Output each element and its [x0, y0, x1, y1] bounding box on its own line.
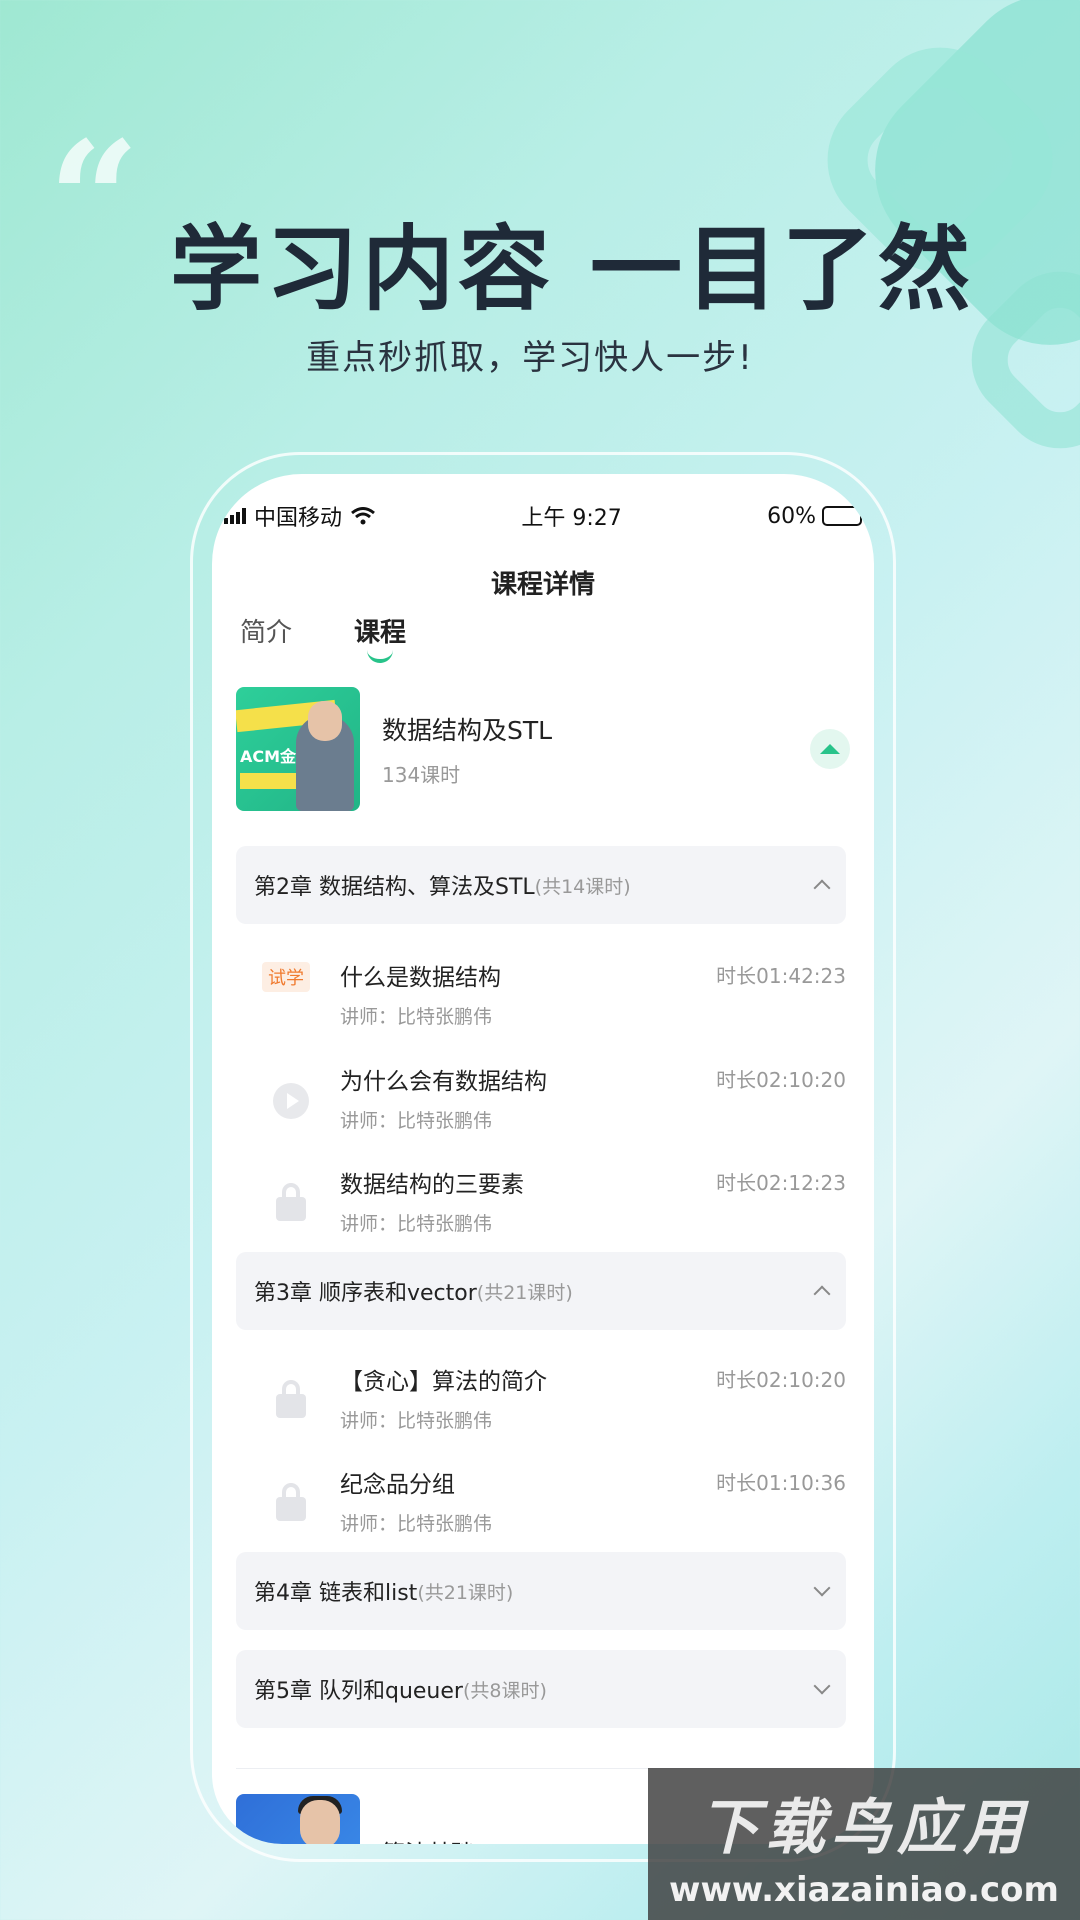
lesson-item[interactable]: 试学 什么是数据结构 讲师：比特张鹏伟 时长01:42:23	[236, 950, 846, 1040]
carrier-label: 中国移动	[254, 506, 343, 531]
page-title: 课程详情	[490, 570, 595, 600]
quote-mark-icon: “	[48, 106, 141, 294]
chapter-count: (共21课时)	[417, 1581, 514, 1604]
course-header[interactable]: ACM金牌 数据结构及STL 134课时	[236, 686, 850, 812]
course-thumbnail	[236, 1794, 360, 1844]
lesson-teacher: 讲师：比特张鹏伟	[340, 1410, 493, 1432]
lesson-duration: 时长01:42:23	[716, 964, 846, 988]
battery-icon	[821, 506, 862, 526]
phone-screen: 中国移动 上午 9:27 60% 课程详情 简介 课程 ACM金牌 数据结构及S…	[212, 474, 874, 1844]
chevron-up-icon	[813, 879, 831, 897]
chapter-title: 第4章 链表和list	[254, 1581, 418, 1606]
battery-percent: 60%	[767, 503, 816, 529]
status-bar: 中国移动 上午 9:27 60%	[224, 498, 862, 534]
chapter-count: (共8课时)	[462, 1679, 547, 1702]
lesson-item[interactable]: 数据结构的三要素 讲师：比特张鹏伟 时长02:12:23	[236, 1157, 846, 1247]
lesson-item[interactable]: 【贪心】算法的简介 讲师：比特张鹏伟 时长02:10:20	[236, 1354, 846, 1444]
chapter-header[interactable]: 第4章 链表和list (共21课时)	[236, 1552, 846, 1630]
lesson-duration: 时长02:10:20	[716, 1068, 846, 1092]
lock-icon	[276, 1380, 306, 1420]
status-time: 上午 9:27	[521, 506, 622, 531]
lock-icon	[276, 1183, 306, 1223]
watermark-text: 下载鸟应用	[699, 1792, 1029, 1863]
chapter-header[interactable]: 第2章 数据结构、算法及STL (共14课时)	[236, 846, 846, 924]
chapter-header[interactable]: 第3章 顺序表和vector (共21课时)	[236, 1252, 846, 1330]
lesson-item[interactable]: 为什么会有数据结构 讲师：比特张鹏伟 时长02:10:20	[236, 1054, 846, 1144]
signal-icon	[224, 508, 246, 524]
tab-intro[interactable]: 简介	[240, 612, 292, 649]
lesson-teacher: 讲师：比特张鹏伟	[340, 1110, 493, 1132]
play-icon	[273, 1083, 309, 1119]
course-lesson-count: 134课时	[382, 762, 461, 787]
chapter-count: (共21课时)	[476, 1281, 573, 1304]
lesson-title: 为什么会有数据结构	[340, 1069, 547, 1095]
lesson-teacher: 讲师：比特张鹏伟	[340, 1006, 493, 1028]
lesson-teacher: 讲师：比特张鹏伟	[340, 1213, 493, 1235]
course-name: 算法基础	[382, 1834, 474, 1844]
chapter-count: (共14课时)	[534, 875, 631, 898]
lesson-title: 【贪心】算法的简介	[340, 1369, 547, 1395]
tab-course[interactable]: 课程	[354, 612, 406, 663]
course-name: 数据结构及STL	[382, 715, 553, 745]
collapse-course-button[interactable]	[810, 729, 850, 769]
lesson-title: 纪念品分组	[340, 1472, 455, 1498]
watermark-url: www.xiazainiao.com	[669, 1869, 1059, 1910]
tab-bar: 简介 课程	[240, 612, 406, 663]
caret-up-icon	[820, 744, 840, 754]
lesson-item[interactable]: 纪念品分组 讲师：比特张鹏伟 时长01:10:36	[236, 1457, 846, 1547]
trial-badge: 试学	[262, 962, 310, 992]
chevron-up-icon	[813, 1285, 831, 1303]
course-thumbnail: ACM金牌	[236, 687, 360, 811]
chapter-title: 第3章 顺序表和vector	[254, 1281, 477, 1306]
lock-icon	[276, 1483, 306, 1523]
chapter-title: 第5章 队列和queuer	[254, 1679, 463, 1704]
chapter-title: 第2章 数据结构、算法及STL	[254, 875, 535, 900]
chapter-header[interactable]: 第5章 队列和queuer (共8课时)	[236, 1650, 846, 1728]
lesson-title: 数据结构的三要素	[340, 1172, 524, 1198]
lesson-duration: 时长01:10:36	[716, 1471, 846, 1495]
chevron-down-icon	[813, 1579, 831, 1597]
promo-headline: 学习内容 一目了然	[170, 216, 975, 323]
lesson-teacher: 讲师：比特张鹏伟	[340, 1513, 493, 1535]
wifi-icon	[351, 507, 375, 525]
lesson-title: 什么是数据结构	[340, 965, 501, 991]
watermark-logo: 下载鸟应用 www.xiazainiao.com	[648, 1768, 1080, 1920]
lesson-duration: 时长02:12:23	[716, 1171, 846, 1195]
promo-subline: 重点秒抓取，学习快人一步!	[306, 338, 754, 378]
lesson-duration: 时长02:10:20	[716, 1368, 846, 1392]
chevron-down-icon	[813, 1677, 831, 1695]
